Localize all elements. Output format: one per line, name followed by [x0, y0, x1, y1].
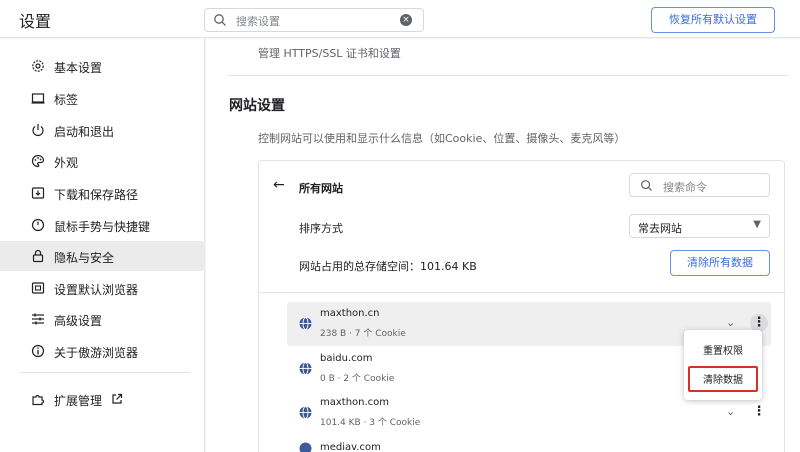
search-placeholder: 搜索设置 — [236, 15, 280, 28]
puzzle-icon — [32, 394, 45, 406]
search-placeholder: 搜索命令 — [663, 181, 707, 194]
sidebar-item-extensions[interactable]: 扩展管理 — [0, 384, 205, 414]
sort-select[interactable]: 常去网站 ▼ — [629, 214, 770, 238]
sidebar-item-startup[interactable]: 启动和退出 — [0, 115, 205, 145]
site-meta: 101.4 KB · 3 个 Cookie — [320, 418, 421, 428]
sidebar-item-label: 扩展管理 — [54, 394, 103, 408]
site-name: maxthon.cn — [320, 308, 380, 319]
sidebar-item-downloads[interactable]: 下载和保存路径 — [0, 178, 205, 208]
site-context-menu: 重置权限 清除数据 — [684, 330, 762, 400]
lock-icon — [32, 249, 44, 263]
clear-all-data-button[interactable]: 清除所有数据 — [670, 250, 770, 276]
sort-label: 排序方式 — [299, 222, 343, 235]
sidebar-item-label: 高级设置 — [54, 314, 103, 328]
section-divider — [228, 75, 788, 76]
all-sites-card: ← 所有网站 搜索命令 排序方式 常去网站 ▼ 网站占用的总存储空间：101.6… — [258, 160, 786, 452]
chevron-down-icon[interactable]: ⌄ — [726, 405, 735, 418]
reset-permissions-menu-item[interactable]: 重置权限 — [684, 339, 762, 365]
gear-icon — [32, 60, 44, 72]
globe-icon — [299, 362, 312, 375]
palette-icon — [31, 154, 45, 168]
power-icon — [32, 124, 44, 137]
info-icon — [31, 344, 45, 358]
site-meta: 238 B · 7 个 Cookie — [320, 329, 406, 339]
download-icon — [31, 187, 45, 199]
ssl-certificates-link[interactable]: 管理 HTTPS/SSL 证书和设置 — [258, 45, 401, 61]
dropdown-arrow-icon: ▼ — [753, 219, 761, 230]
sidebar-item-label: 隐私与安全 — [54, 251, 115, 265]
command-search-input[interactable]: 搜索命令 — [629, 173, 770, 197]
top-bar: 设置 搜索设置 × 恢复所有默认设置 — [0, 0, 800, 38]
reset-defaults-button[interactable]: 恢复所有默认设置 — [651, 7, 775, 33]
more-options-icon[interactable]: ⋮ — [751, 402, 767, 422]
globe-icon — [299, 442, 312, 452]
sidebar: 基本设置 标签 启动和退出 外观 下载和保存路径 鼠标手势与快捷键 隐私与安全 … — [0, 39, 205, 452]
site-meta: 0 B · 2 个 Cookie — [320, 374, 395, 384]
sidebar-item-tabs[interactable]: 标签 — [0, 83, 205, 113]
sidebar-item-appearance[interactable]: 外观 — [0, 146, 205, 176]
sliders-icon — [32, 313, 44, 325]
sidebar-item-label: 外观 — [54, 156, 79, 170]
browser-icon — [31, 282, 45, 294]
site-settings-title: 网站设置 — [229, 98, 285, 114]
sidebar-item-basic[interactable]: 基本设置 — [0, 51, 205, 81]
globe-icon — [299, 317, 312, 330]
site-name: mediav.com — [320, 442, 381, 452]
sidebar-item-label: 启动和退出 — [54, 125, 115, 139]
sidebar-item-label: 下载和保存路径 — [54, 188, 139, 202]
sidebar-item-label: 标签 — [54, 93, 79, 107]
sidebar-divider — [20, 372, 190, 373]
sidebar-item-label: 设置默认浏览器 — [54, 283, 139, 297]
sidebar-item-advanced[interactable]: 高级设置 — [0, 304, 205, 334]
settings-search-input[interactable]: 搜索设置 × — [204, 8, 424, 32]
globe-icon — [299, 406, 312, 419]
site-row-mediav-com[interactable]: mediav.com — [287, 436, 771, 452]
sidebar-item-privacy[interactable]: 隐私与安全 — [0, 241, 205, 271]
page-title: 设置 — [19, 12, 52, 31]
sidebar-item-label: 基本设置 — [54, 61, 103, 75]
mouse-icon — [31, 218, 45, 232]
chevron-down-icon[interactable]: ⌄ — [726, 316, 735, 329]
back-arrow-icon[interactable]: ← — [273, 177, 285, 193]
card-divider — [259, 292, 786, 293]
sidebar-item-about[interactable]: 关于傲游浏览器 — [0, 336, 205, 366]
site-settings-description: 控制网站可以使用和显示什么信息（如Cookie、位置、摄像头、麦克风等） — [258, 132, 626, 145]
search-icon — [641, 180, 653, 192]
sidebar-item-label: 关于傲游浏览器 — [54, 346, 139, 360]
sidebar-item-default-browser[interactable]: 设置默认浏览器 — [0, 273, 205, 303]
site-name: maxthon.com — [320, 397, 390, 408]
sidebar-item-label: 鼠标手势与快捷键 — [54, 220, 151, 234]
sidebar-item-mouse-gestures[interactable]: 鼠标手势与快捷键 — [0, 210, 205, 240]
total-storage-text: 网站占用的总存储空间：101.64 KB — [299, 260, 477, 273]
search-icon — [214, 14, 226, 26]
clear-data-menu-item[interactable]: 清除数据 — [688, 366, 758, 392]
tab-icon — [31, 93, 45, 104]
external-link-icon — [112, 393, 123, 404]
sort-value: 常去网站 — [638, 222, 682, 235]
all-sites-title: 所有网站 — [299, 182, 343, 195]
clear-search-icon[interactable]: × — [400, 14, 412, 26]
site-name: baidu.com — [320, 353, 373, 364]
